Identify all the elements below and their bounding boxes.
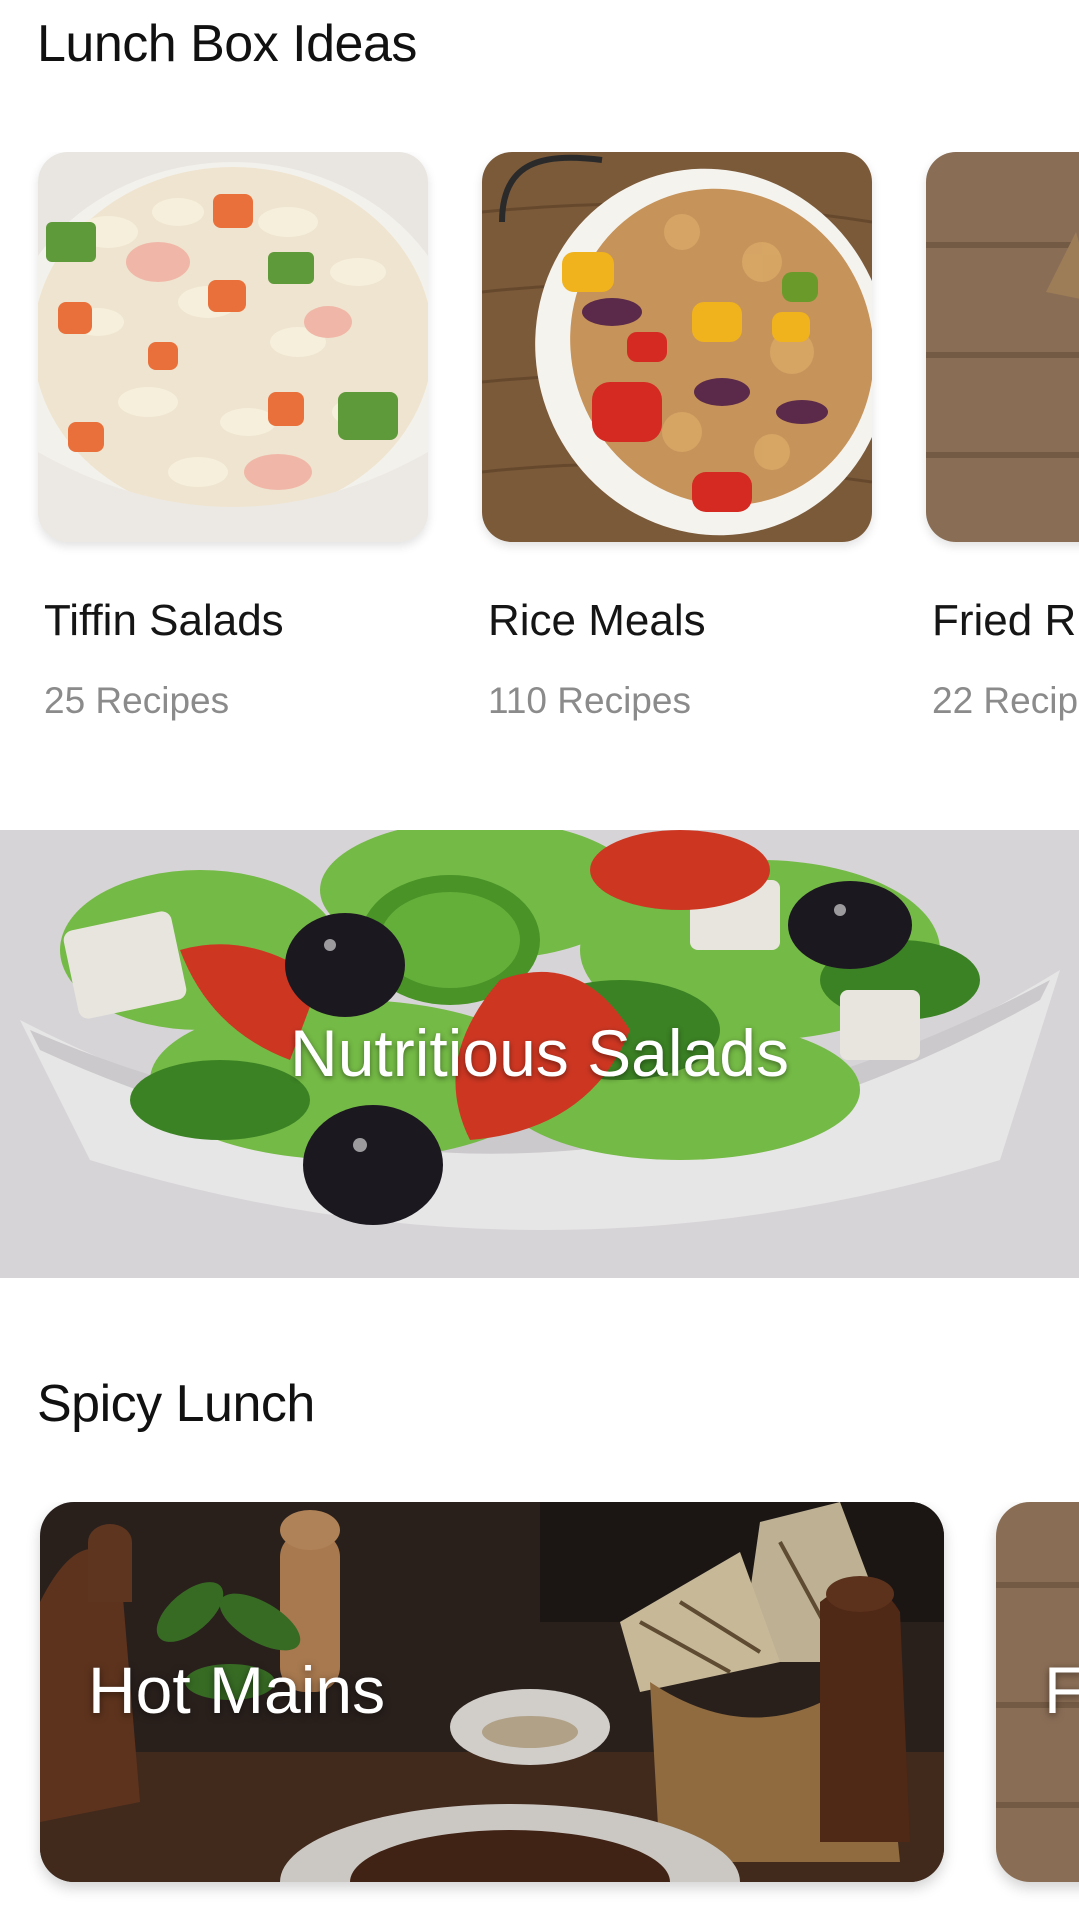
lunch-box-carousel[interactable]: Tiffin Salads 25 Recipes Rice Meals 110 … xyxy=(0,152,1079,752)
banner-nutritious-salads[interactable]: Nutritious Salads xyxy=(0,830,1079,1278)
fried-rice-image xyxy=(926,152,1079,542)
tiffin-salads-image xyxy=(38,152,428,542)
spicy-lunch-carousel[interactable]: Hot Mains F xyxy=(0,1502,1079,1902)
card-title: Tiffin Salads xyxy=(44,596,284,645)
card-title: Fried R xyxy=(932,596,1077,645)
card-hot-mains[interactable]: Hot Mains xyxy=(40,1502,944,1882)
banner-label: Nutritious Salads xyxy=(290,1016,789,1090)
card-spicy-partial[interactable]: F xyxy=(996,1502,1079,1882)
card-tiffin-salads[interactable]: Tiffin Salads 25 Recipes xyxy=(38,152,438,752)
card-rice-meals[interactable]: Rice Meals 110 Recipes xyxy=(482,152,882,752)
card-recipe-count: 25 Recipes xyxy=(44,680,230,721)
section-title-spicy-lunch: Spicy Lunch xyxy=(37,1375,315,1433)
section-title-lunch-box: Lunch Box Ideas xyxy=(37,15,417,73)
card-fried-rice[interactable]: Fried R 22 Recip xyxy=(926,152,1079,752)
card-label: F xyxy=(1044,1653,1079,1727)
card-recipe-count: 110 Recipes xyxy=(488,680,691,721)
rice-meals-image xyxy=(482,152,872,542)
card-label: Hot Mains xyxy=(88,1653,386,1727)
card-title: Rice Meals xyxy=(488,596,706,645)
card-recipe-count: 22 Recip xyxy=(932,680,1079,721)
